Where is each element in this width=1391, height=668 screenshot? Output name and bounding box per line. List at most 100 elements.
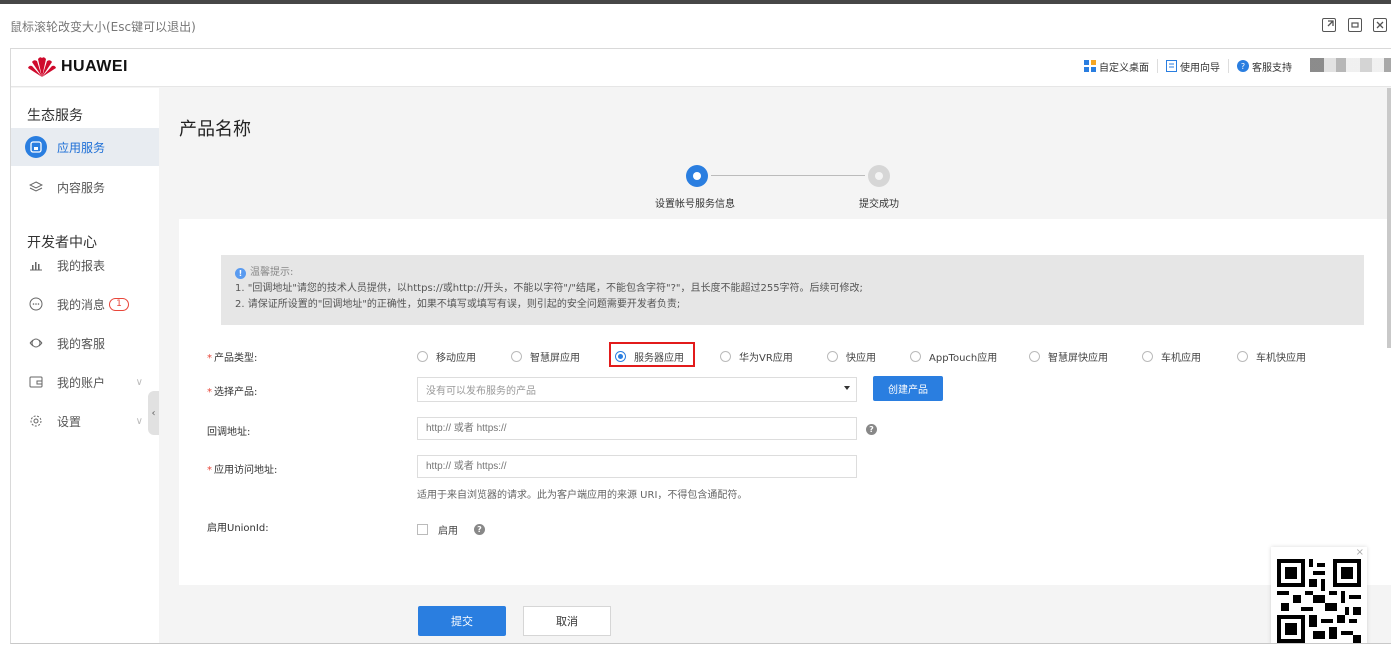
help-icon[interactable]: ? <box>474 524 485 535</box>
caret-down-icon <box>844 386 850 390</box>
customer-support-link[interactable]: ? 客服支持 <box>1229 59 1300 74</box>
radio-smart-screen-app[interactable]: 智慧屏应用 <box>511 349 580 364</box>
document-icon <box>1166 60 1177 72</box>
radio-vr-app[interactable]: 华为VR应用 <box>720 349 793 364</box>
sidebar-item-label: 我的报表 <box>57 258 106 273</box>
sidebar-item-customer-service[interactable]: 我的客服 <box>11 324 159 362</box>
sidebar-item-label: 设置 <box>57 414 82 429</box>
tip-line-2: 2. 请保证所设置的"回调地址"的正确性，如果不填写或填写有误，则引起的安全问题… <box>235 299 681 310</box>
sidebar-item-settings[interactable]: 设置 ∨ <box>11 402 159 440</box>
required-mark: * <box>207 465 212 476</box>
sidebar-item-label: 我的客服 <box>57 336 106 351</box>
chevron-down-icon: ∨ <box>135 376 143 388</box>
huawei-flower-icon <box>28 57 56 77</box>
sidebar-item-label: 我的消息 <box>57 297 106 312</box>
callback-url-label: 回调地址: <box>207 427 251 438</box>
form-card: ! 温馨提示: 1. "回调地址"请您的技术人员提供，以https://或htt… <box>179 219 1391 585</box>
message-icon <box>27 295 45 313</box>
checkbox-box <box>417 524 428 535</box>
required-mark: * <box>207 353 212 364</box>
step-connector <box>711 175 865 176</box>
header-links: 自定义桌面 使用向导 ? 客服支持 <box>1076 59 1300 74</box>
product-type-label: * 产品类型: <box>207 353 258 364</box>
sidebar: 生态服务 应用服务 内容服务 开发者中心 我的报表 我的消息 1 我的客服 我的… <box>11 88 159 643</box>
tip-line-1: 1. "回调地址"请您的技术人员提供，以https://或http://开头，不… <box>235 283 863 294</box>
sidebar-item-label: 我的账户 <box>57 375 106 390</box>
help-circle-icon: ? <box>1237 60 1249 72</box>
fit-window-icon[interactable] <box>1348 18 1362 32</box>
sidebar-item-label: 应用服务 <box>57 140 106 155</box>
radio-circle <box>1142 351 1153 362</box>
radio-circle <box>511 351 522 362</box>
cancel-button[interactable]: 取消 <box>523 606 611 636</box>
progress-steps: 设置帐号服务信息 提交成功 <box>631 165 931 215</box>
sidebar-collapse-handle[interactable]: ‹ <box>148 391 159 435</box>
scrollbar[interactable] <box>1387 88 1391 348</box>
page-title: 产品名称 <box>179 119 251 140</box>
svg-text:?: ? <box>1241 62 1245 71</box>
qr-code-icon <box>1277 559 1361 643</box>
headset-icon <box>27 334 45 352</box>
radio-car-quick-app[interactable]: 车机快应用 <box>1237 349 1306 364</box>
step-1-label: 设置帐号服务信息 <box>655 199 735 210</box>
sidebar-group-ecosystem: 生态服务 <box>27 108 83 124</box>
radio-quick-app[interactable]: 快应用 <box>827 349 876 364</box>
sidebar-item-reports[interactable]: 我的报表 <box>11 246 159 284</box>
app-service-icon <box>25 136 47 158</box>
radio-mobile-app[interactable]: 移动应用 <box>417 349 476 364</box>
wallet-icon <box>27 373 45 391</box>
open-external-icon[interactable] <box>1322 18 1336 32</box>
user-avatar-blurred[interactable] <box>1310 58 1391 72</box>
submit-button[interactable]: 提交 <box>418 606 506 636</box>
logo-text: HUAWEI <box>61 58 128 75</box>
tip-title: 温馨提示: <box>250 267 294 278</box>
step-1-dot <box>686 165 708 187</box>
radio-circle <box>1029 351 1040 362</box>
tip-box: ! 温馨提示: 1. "回调地址"请您的技术人员提供，以https://或htt… <box>221 255 1364 325</box>
user-guide-link[interactable]: 使用向导 <box>1158 59 1229 74</box>
gear-icon <box>27 412 45 430</box>
info-icon: ! <box>235 267 246 279</box>
create-product-button[interactable]: 创建产品 <box>873 376 943 401</box>
image-viewer-bar: 鼠标滚轮改变大小(Esc键可以退出) <box>0 4 1391 48</box>
viewer-hint: 鼠标滚轮改变大小(Esc键可以退出) <box>10 20 196 34</box>
radio-circle <box>827 351 838 362</box>
radio-smart-screen-quick-app[interactable]: 智慧屏快应用 <box>1029 349 1108 364</box>
step-2-dot <box>868 165 890 187</box>
selection-highlight <box>609 342 695 367</box>
grid-icon <box>1084 60 1096 72</box>
close-viewer-icon[interactable] <box>1373 18 1387 32</box>
close-icon[interactable]: × <box>1356 547 1364 558</box>
unread-badge: 1 <box>109 297 130 311</box>
radio-apptouch-app[interactable]: AppTouch应用 <box>910 349 997 364</box>
radio-circle <box>1237 351 1248 362</box>
custom-desktop-link[interactable]: 自定义桌面 <box>1076 59 1158 74</box>
radio-circle <box>910 351 921 362</box>
sidebar-item-account[interactable]: 我的账户 ∨ <box>11 363 159 401</box>
sidebar-item-app-service[interactable]: 应用服务 <box>11 128 159 166</box>
access-url-input[interactable] <box>417 455 857 478</box>
access-url-hint: 适用于来自浏览器的请求。此为客户端应用的来源 URI，不得包含通配符。 <box>417 490 748 501</box>
radio-circle <box>417 351 428 362</box>
select-product-label: * 选择产品: <box>207 387 258 398</box>
layers-icon <box>27 178 45 196</box>
unionid-checkbox[interactable]: 启用 <box>417 522 458 537</box>
sidebar-item-label: 内容服务 <box>57 180 106 195</box>
app-frame: HUAWEI 自定义桌面 使用向导 ? 客服支持 生态服务 应用服务 内容服务 … <box>10 48 1391 644</box>
access-url-label: * 应用访问地址: <box>207 465 278 476</box>
product-select[interactable]: 没有可以发布服务的产品 <box>417 377 857 402</box>
radio-circle <box>720 351 731 362</box>
chevron-down-icon: ∨ <box>135 415 143 427</box>
radio-car-app[interactable]: 车机应用 <box>1142 349 1201 364</box>
top-header: HUAWEI 自定义桌面 使用向导 ? 客服支持 <box>11 49 1391 87</box>
huawei-logo[interactable]: HUAWEI <box>27 56 128 78</box>
required-mark: * <box>207 387 212 398</box>
sidebar-item-messages[interactable]: 我的消息 1 <box>11 285 159 323</box>
step-2-label: 提交成功 <box>859 199 899 210</box>
unionid-label: 启用UnionId: <box>207 523 269 534</box>
callback-url-input[interactable] <box>417 417 857 440</box>
sidebar-item-content-service[interactable]: 内容服务 <box>11 168 159 206</box>
qr-code-widget: × <box>1271 547 1367 643</box>
help-icon[interactable]: ? <box>866 424 877 435</box>
bar-chart-icon <box>27 256 45 274</box>
